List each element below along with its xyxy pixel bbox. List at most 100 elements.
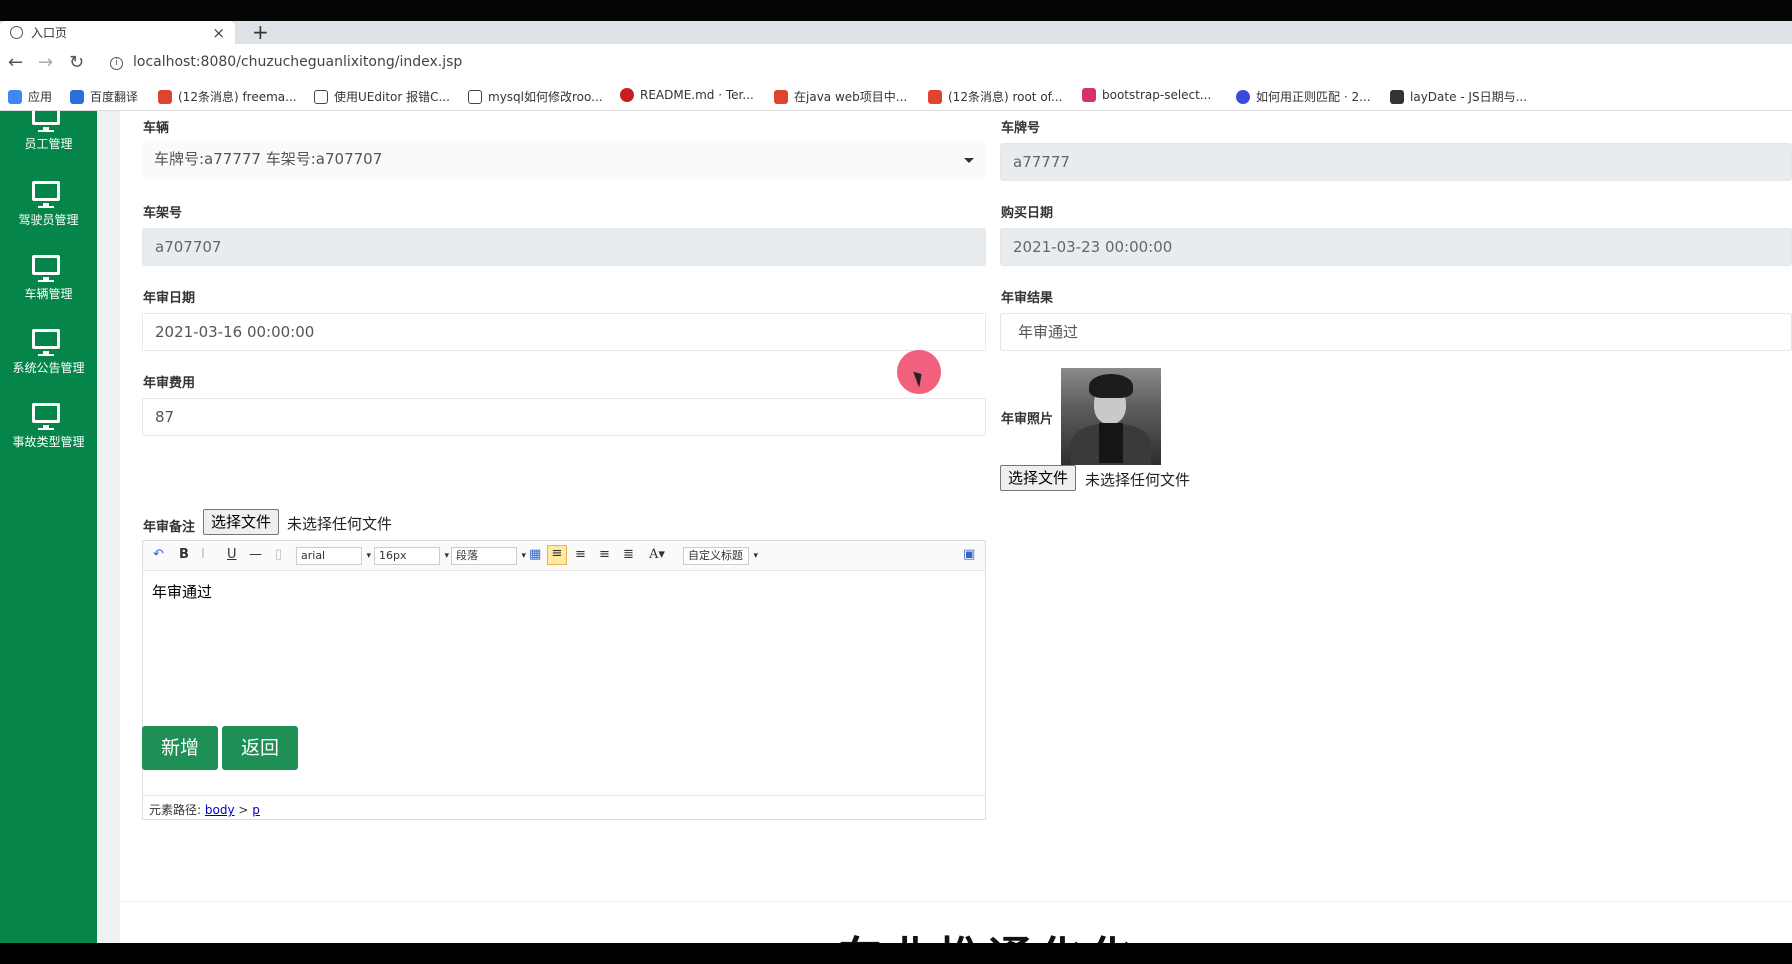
- monitor-icon: [32, 329, 60, 356]
- editor-content[interactable]: 年审通过: [152, 581, 212, 602]
- fullscreen-icon[interactable]: ▣: [963, 547, 975, 562]
- chevron-down-icon: [964, 158, 974, 163]
- reload-icon[interactable]: ↻: [69, 53, 84, 73]
- photo-choose-file-button[interactable]: 选择文件: [1000, 465, 1077, 491]
- close-icon[interactable]: ×: [212, 24, 225, 42]
- bookmark-item[interactable]: (12条消息) root of...: [928, 88, 1062, 105]
- path-p-link[interactable]: p: [252, 803, 260, 817]
- tab-strip: 入口页 × +: [0, 21, 1792, 44]
- sidebar: 员工管理 驾驶员管理 车辆管理 系统公告管理 事故类型管理: [0, 111, 97, 943]
- globe-icon: [10, 26, 23, 39]
- font-family-select[interactable]: arial: [296, 547, 371, 565]
- vehicle-select[interactable]: 车牌号:a77777 车架号:a707707: [142, 141, 986, 179]
- address-bar: ← → ↻ i localhost:8080/chuzucheguanlixit…: [0, 44, 1792, 82]
- inspection-date-field[interactable]: 2021-03-16 00:00:00: [142, 313, 986, 351]
- bold-icon[interactable]: B: [179, 547, 189, 562]
- bookmark-item[interactable]: mysql如何修改roo...: [468, 88, 603, 105]
- font-color-icon[interactable]: A▾: [649, 547, 665, 562]
- inspection-remark-label: 年审备注: [143, 520, 196, 535]
- frame-field[interactable]: a707707: [142, 228, 986, 266]
- remark-choose-file-button[interactable]: 选择文件: [203, 509, 280, 535]
- bookmark-item[interactable]: 在java web项目中...: [774, 88, 907, 105]
- custom-title-select[interactable]: 自定义标题: [683, 547, 758, 565]
- sidebar-item-label: 驾驶员管理: [18, 213, 79, 227]
- translate-icon: [70, 89, 84, 104]
- browser-tab[interactable]: 入口页 ×: [0, 21, 235, 44]
- undo-icon[interactable]: ↶: [153, 547, 164, 562]
- monitor-icon: [32, 181, 60, 208]
- sidebar-item-label: 车辆管理: [24, 287, 73, 301]
- inspection-photo-image: [1061, 368, 1161, 465]
- path-body-link[interactable]: body: [205, 803, 235, 817]
- align-center-icon[interactable]: ≡: [575, 547, 586, 562]
- top-black-bar: [0, 0, 1792, 21]
- inspection-result-label: 年审结果: [1001, 291, 1054, 306]
- csdn-icon: [774, 89, 788, 104]
- editor-toolbar: ↶ B I U — ▯ arial 16px 段落 ▦ ≡ ≡ ≡ ≣ A▾ 自…: [143, 541, 985, 571]
- table-icon[interactable]: ▦: [529, 547, 541, 562]
- plate-field[interactable]: a77777: [1000, 143, 1792, 181]
- monitor-icon: [32, 403, 60, 430]
- sidebar-item-label: 事故类型管理: [12, 435, 85, 449]
- monitor-icon: [32, 255, 60, 282]
- back-button[interactable]: 返回: [222, 726, 298, 770]
- inspection-fee-label: 年审费用: [143, 376, 196, 391]
- monitor-icon: [32, 111, 60, 132]
- footer-panel: 车业推通化化: [120, 902, 1792, 943]
- align-right-icon[interactable]: ≡: [599, 547, 610, 562]
- align-justify-icon[interactable]: ≣: [623, 547, 634, 562]
- bookmark-icon: [468, 89, 482, 104]
- sidebar-item-notices[interactable]: 系统公告管理: [0, 329, 97, 399]
- sidebar-item-accident-types[interactable]: 事故类型管理: [0, 403, 97, 473]
- sidebar-item-label: 系统公告管理: [12, 361, 85, 375]
- bookmark-item[interactable]: bootstrap-select...: [1082, 88, 1211, 102]
- inspection-date-label: 年审日期: [143, 291, 196, 306]
- csdn-icon: [928, 89, 942, 104]
- layui-icon: [1390, 89, 1404, 104]
- forward-arrow-icon[interactable]: →: [38, 53, 53, 73]
- paste-icon[interactable]: ▯: [275, 547, 282, 562]
- screen: 入口页 × + ← → ↻ i localhost:8080/chuzucheg…: [0, 0, 1792, 964]
- inspection-fee-field[interactable]: 87: [142, 398, 986, 436]
- inspection-photo-label: 年审照片: [1001, 412, 1054, 427]
- footer-title: 车业推通化化: [838, 922, 1138, 943]
- sidebar-item-label: 员工管理: [24, 137, 73, 151]
- align-left-icon[interactable]: ≡: [547, 545, 567, 565]
- apps-icon: [8, 89, 22, 104]
- rich-text-editor: ↶ B I U — ▯ arial 16px 段落 ▦ ≡ ≡ ≡ ≣ A▾ 自…: [142, 540, 986, 820]
- tab-title: 入口页: [31, 26, 68, 40]
- baidu-icon: [1236, 89, 1250, 104]
- plate-label: 车牌号: [1001, 121, 1041, 136]
- bookmark-item[interactable]: README.md · Ter...: [620, 88, 754, 102]
- frame-label: 车架号: [143, 206, 183, 221]
- back-arrow-icon[interactable]: ←: [8, 53, 23, 73]
- info-icon[interactable]: i: [110, 57, 123, 70]
- gitee-icon: [620, 88, 634, 102]
- bookmark-item[interactable]: (12条消息) freema...: [158, 88, 297, 105]
- add-button[interactable]: 新增: [142, 726, 218, 770]
- new-tab-button[interactable]: +: [252, 21, 269, 44]
- bookmark-icon: [314, 89, 328, 104]
- vehicle-select-value: 车牌号:a77777 车架号:a707707: [154, 150, 383, 168]
- photo-no-file-text: 未选择任何文件: [1085, 471, 1191, 489]
- bottom-black-bar: [0, 943, 1792, 964]
- csdn-icon: [158, 89, 172, 104]
- font-size-select[interactable]: 16px: [374, 547, 449, 565]
- purchase-date-field[interactable]: 2021-03-23 00:00:00: [1000, 228, 1792, 266]
- sidebar-item-drivers[interactable]: 驾驶员管理: [0, 181, 97, 251]
- bookmark-item[interactable]: 使用UEditor 报错C...: [314, 88, 450, 105]
- bookmark-item[interactable]: 应用: [8, 88, 52, 105]
- underline-icon[interactable]: U: [227, 547, 237, 562]
- bookmark-item[interactable]: 百度翻译: [70, 88, 138, 105]
- element-path-bar: 元素路径: body > p: [143, 795, 985, 819]
- horizontal-rule-icon[interactable]: —: [249, 547, 262, 562]
- bookmark-item[interactable]: 如何用正则匹配 · 2...: [1236, 88, 1371, 105]
- url-text[interactable]: localhost:8080/chuzucheguanlixitong/inde…: [133, 54, 462, 70]
- purchase-date-label: 购买日期: [1001, 206, 1054, 221]
- sidebar-item-vehicles[interactable]: 车辆管理: [0, 255, 97, 325]
- sidebar-item-staff[interactable]: 员工管理: [0, 111, 97, 175]
- paragraph-select[interactable]: 段落: [451, 547, 526, 565]
- bookmark-item[interactable]: layDate - JS日期与...: [1390, 88, 1527, 105]
- italic-icon[interactable]: I: [201, 547, 205, 562]
- inspection-result-field[interactable]: 年审通过: [1000, 313, 1792, 351]
